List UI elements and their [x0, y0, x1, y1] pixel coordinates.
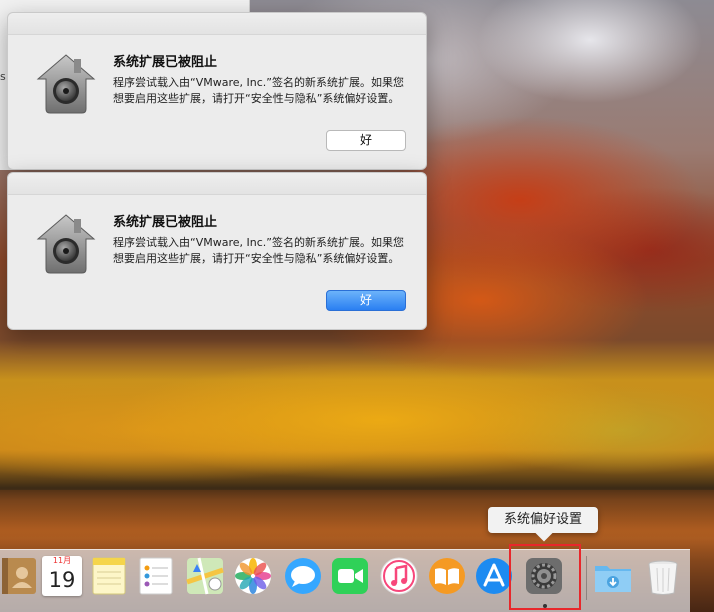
system-extension-blocked-alert-2: 系统扩展已被阻止 程序尝试载入由“VMware, Inc.”签名的新系统扩展。如…: [7, 172, 427, 330]
calendar-month: 11月: [52, 556, 72, 565]
downloads-stack-icon[interactable]: [593, 556, 633, 596]
alert-message: 程序尝试载入由“VMware, Inc.”签名的新系统扩展。如果您想要启用这些扩…: [113, 76, 404, 105]
itunes-icon[interactable]: [379, 556, 419, 596]
calendar-day: 19: [48, 568, 76, 592]
dock-tooltip: 系统偏好设置: [488, 507, 598, 542]
notes-icon[interactable]: [89, 556, 129, 596]
background-window-label: s: [0, 70, 6, 83]
security-lock-house-icon: [36, 54, 96, 114]
alert-titlebar[interactable]: [8, 13, 426, 35]
alert-title: 系统扩展已被阻止: [113, 55, 218, 70]
ok-button[interactable]: 好: [326, 130, 406, 151]
facetime-icon[interactable]: [330, 556, 370, 596]
app-store-icon[interactable]: [474, 556, 514, 596]
ibooks-icon[interactable]: [427, 556, 467, 596]
calendar-icon[interactable]: 11月 19: [42, 556, 82, 596]
photos-icon[interactable]: [233, 556, 273, 596]
system-preferences-highlight-box: [509, 544, 581, 610]
alert-titlebar[interactable]: [8, 173, 426, 195]
dock-separator: [586, 556, 587, 600]
maps-icon[interactable]: [185, 556, 225, 596]
reminders-icon[interactable]: [136, 556, 176, 596]
system-extension-blocked-alert-1: 系统扩展已被阻止 程序尝试载入由“VMware, Inc.”签名的新系统扩展。如…: [7, 12, 427, 170]
trash-icon[interactable]: [643, 556, 683, 596]
alert-title: 系统扩展已被阻止: [113, 215, 218, 230]
ok-button-default[interactable]: 好: [326, 290, 406, 311]
security-lock-house-icon: [36, 214, 96, 274]
alert-message: 程序尝试载入由“VMware, Inc.”签名的新系统扩展。如果您想要启用这些扩…: [113, 236, 404, 265]
contacts-icon[interactable]: [0, 556, 40, 596]
messages-icon[interactable]: [283, 556, 323, 596]
